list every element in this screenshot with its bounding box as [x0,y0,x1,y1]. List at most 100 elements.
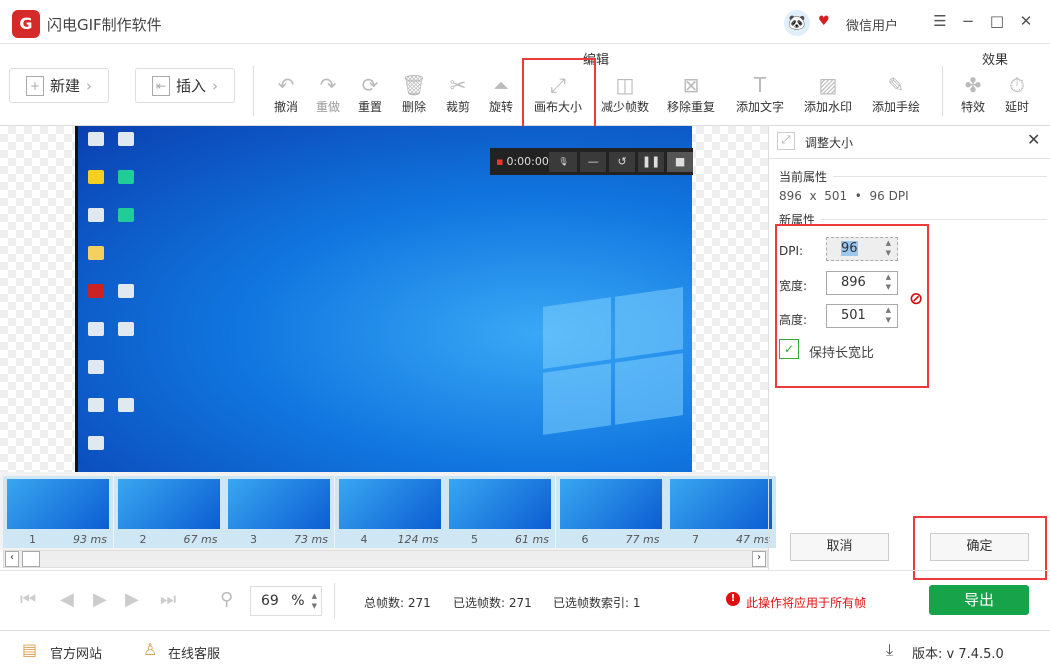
windows-logo [543,287,683,435]
user-name[interactable]: 微信用户 [846,15,898,34]
frame-thumbnail[interactable]: 4 124 ms [334,476,445,548]
download-icon[interactable]: ⤓ [886,640,893,660]
frame-thumbnail[interactable]: 6 77 ms [555,476,666,548]
frame-delay: 67 ms [183,533,218,546]
frame-image [670,479,772,529]
tool-icon: ◫ [615,73,635,97]
width-label: 宽度: [779,279,808,293]
frame-thumbnail[interactable]: 1 93 ms [3,476,113,548]
recorder-bar: ▪ 0:00:00 🎙 — ↺ ❚❚ ■ [490,148,693,175]
scroll-left-button[interactable]: ‹ [5,551,19,567]
resize-icon: ⤢ [777,132,795,150]
pause-button[interactable]: ❚❚ [638,151,665,172]
support-link[interactable]: 在线客服 [168,643,220,662]
footer: ▤ 官方网站 ♙ 在线客服 ⤓ 版本: v 7.4.5.0 [0,630,1050,670]
prev-frame-icon[interactable]: ◀ [60,589,74,610]
tool-icon: ↶ [277,73,295,97]
frame-index: 6 [581,533,589,546]
scroll-thumb[interactable] [22,551,40,567]
support-icon: ♙ [143,640,158,659]
tool-5[interactable]: ⏶ 旋转 [479,72,523,115]
frame-image [228,479,330,529]
height-label: 高度: [779,313,808,327]
frame-image [338,479,441,529]
frame-index: 1 [29,533,36,546]
keep-ratio-checkbox[interactable]: ✓ [779,339,799,359]
scroll-right-button[interactable]: › [752,551,766,567]
frame-index: 4 [360,533,368,546]
divider [821,219,1047,220]
minimize-recorder-button[interactable]: — [580,151,607,172]
highlight-box [522,58,596,130]
tool-icon: ↷ [319,73,337,97]
export-button[interactable]: 导出 [929,585,1029,615]
dpi-label: DPI: [779,244,804,258]
tool-label: 添加手绘 [871,100,920,114]
effect-icon: ⏱ [1009,73,1025,97]
tool-7[interactable]: ◫ 减少帧数 [601,72,649,115]
cancel-button[interactable]: 取消 [790,533,889,561]
frame-image [117,479,220,529]
dpi-stepper[interactable]: 96 ▲ ▼ [826,237,898,261]
zoom-stepper[interactable]: 69 % ▲ ▼ [250,586,322,616]
menu-icon[interactable]: ☰ [930,12,950,30]
play-icon[interactable]: ▶ [93,589,107,610]
restart-button[interactable]: ↺ [609,151,636,172]
playback-bar: ⏮ ◀ ▶ ▶ ⏭ ⚲ 69 % ▲ ▼ 总帧数: 271 已选帧数: 271 已选… [0,570,1050,630]
panel-title: 调整大小 [805,136,854,150]
frame-delay: 73 ms [294,533,328,546]
tool-icon: ✎ [887,73,905,97]
tool-icon: ⊠ [682,73,700,97]
tool-9[interactable]: T 添加文字 [736,72,784,115]
tool-icon: ⟳ [361,73,379,97]
first-frame-icon[interactable]: ⏮ [20,589,36,610]
total-frames: 总帧数: 271 [364,596,431,610]
maximize-button[interactable]: □ [987,12,1007,30]
frame-delay: 124 ms [397,533,439,546]
zoom-icon: ⚲ [220,589,234,610]
stop-button[interactable]: ■ [667,151,693,172]
warning-icon: ! [726,592,740,606]
frame-image [559,479,662,529]
frame-image [449,479,551,529]
frame-index: 3 [250,533,257,546]
insert-button[interactable]: ⇤ 插入 › [135,68,235,103]
tool-icon: 🗑 [401,73,427,97]
panel-close-icon[interactable]: ✕ [1027,130,1040,149]
mic-icon[interactable]: 🎙 [549,151,578,172]
filmstrip-scrollbar[interactable]: ‹ › [3,550,768,568]
last-frame-icon[interactable]: ⏭ [160,589,176,610]
current-properties-label: 当前属性 [779,170,828,184]
divider [942,66,943,116]
frame-thumbnail[interactable]: 3 73 ms [224,476,334,548]
tool-label: 添加文字 [735,100,784,114]
divider [833,176,1047,177]
website-link[interactable]: 官方网站 [50,643,102,662]
zoom-value: 69 [261,593,279,609]
frame-thumbnail[interactable]: 2 67 ms [113,476,224,548]
toolbar: + 新建 › ⇤ 插入 › 编辑 效果 ↶ 撤消 ↷ 重做 ⟳ 重置 🗑 删除 ✂ 裁剪 ⏶ 旋转 ⤢ 画布大小 ◫… [0,44,1050,130]
tool-icon: ✂ [449,73,467,97]
app-logo: G [12,10,40,38]
frame-delay: 47 ms [736,533,770,546]
tool-8[interactable]: ⊠ 移除重复 [667,72,715,115]
new-button[interactable]: + 新建 › [9,68,109,103]
tool-10[interactable]: ▨ 添加水印 [804,72,852,115]
zoom-unit: % [291,593,305,609]
effect-1[interactable]: ⏱ 延时 [995,72,1039,115]
close-button[interactable]: ✕ [1016,12,1036,30]
avatar[interactable]: 🐼 [784,10,810,36]
app-title: 闪电GIF制作软件 [47,16,162,34]
tool-label: 添加水印 [803,100,852,114]
width-stepper[interactable]: 896 ▲ ▼ [826,271,898,295]
frame-thumbnail[interactable]: 7 47 ms [666,476,776,548]
minimize-button[interactable]: − [958,12,978,30]
tool-11[interactable]: ✎ 添加手绘 [872,72,920,115]
selected-index: 已选帧数索引: 1 [553,596,641,610]
vip-icon[interactable]: ♥ [818,14,830,29]
frame-thumbnail[interactable]: 5 61 ms [445,476,555,548]
tool-icon: T [753,73,767,97]
frame-delay: 93 ms [73,533,107,546]
next-frame-icon[interactable]: ▶ [125,589,139,610]
height-stepper[interactable]: 501 ▲ ▼ [826,304,898,328]
